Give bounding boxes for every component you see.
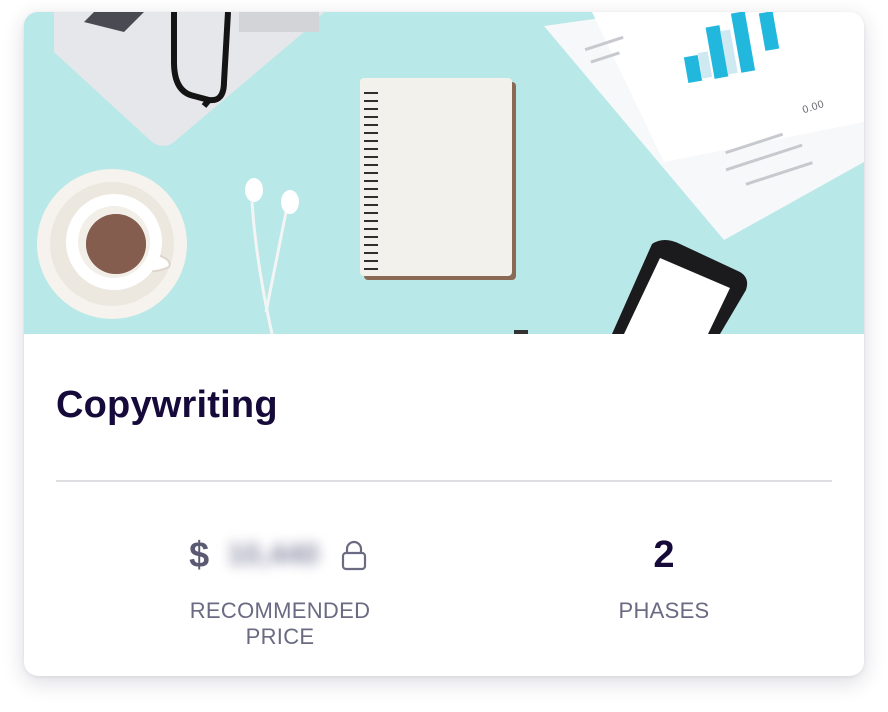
- card-title: Copywriting: [56, 384, 278, 426]
- lock-icon[interactable]: [337, 538, 371, 572]
- divider: [56, 480, 832, 482]
- phases-count: 2: [653, 534, 675, 576]
- currency-symbol: $: [189, 534, 210, 575]
- phases-label: PHASES: [618, 598, 710, 623]
- phases-stat: 2 PHASES: [584, 532, 744, 624]
- project-card[interactable]: 0.00 Copywriting $ 10,440 RECOMMENDED PR…: [24, 12, 864, 676]
- card-cover-image: 0.00: [24, 12, 864, 334]
- recommended-price-label: RECOMMENDED PRICE: [189, 598, 371, 649]
- recommended-price-stat: $ 10,440 RECOMMENDED PRICE: [154, 532, 406, 650]
- hidden-price-value: 10,440: [227, 538, 319, 571]
